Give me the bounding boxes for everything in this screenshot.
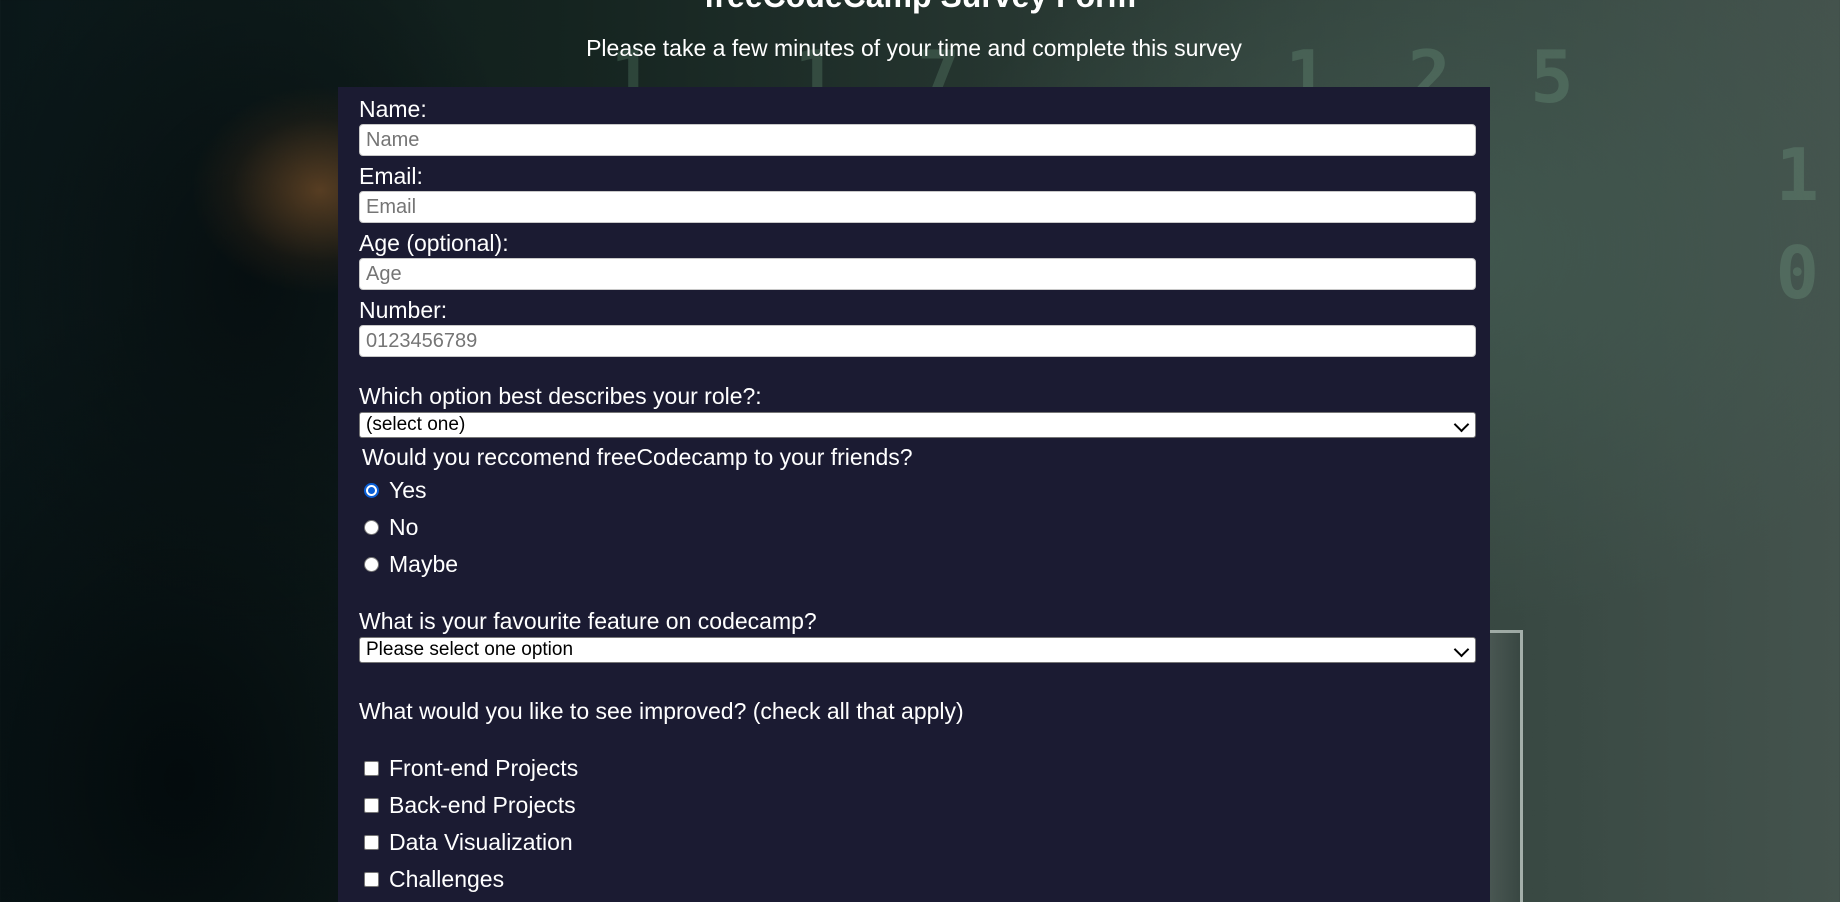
checkbox[interactable] [364,872,379,887]
chevron-down-icon [1453,641,1470,658]
feature-dropdown-value: Please select one option [366,639,574,660]
role-dropdown[interactable]: (select one) [359,412,1476,438]
feature-dropdown[interactable]: Please select one option [359,637,1476,663]
role-label: Which option best describes your role?: [359,383,762,409]
name-label: Name: [359,96,427,122]
recommend-question: Would you reccomend freeCodecamp to your… [362,444,913,470]
radio-option-yes[interactable]: Yes [359,472,1476,509]
email-label: Email: [359,163,423,189]
page-description: Please take a few minutes of your time a… [586,35,1242,61]
checkbox[interactable] [364,835,379,850]
checkbox-label-data-visualization: Data Visualization [389,829,573,855]
checkbox-label-back-end: Back-end Projects [389,792,576,818]
radio-option-maybe[interactable]: Maybe [359,546,1476,583]
checkbox[interactable] [364,798,379,813]
checkbox-option-back-end[interactable]: Back-end Projects [359,787,1476,824]
role-dropdown-value: (select one) [366,414,466,435]
chevron-down-icon [1453,416,1470,433]
checkbox-option-front-end[interactable]: Front-end Projects [359,750,1476,787]
radio-button-checked[interactable] [364,483,379,498]
checkbox-label-challenges: Challenges [389,866,505,892]
checkbox-option-data-visualization[interactable]: Data Visualization [359,824,1476,861]
checkbox[interactable] [364,761,379,776]
age-label: Age (optional): [359,230,509,256]
feature-label: What is your favourite feature on codeca… [359,608,817,634]
checkbox-option-challenges[interactable]: Challenges [359,861,1476,898]
email-input[interactable] [359,191,1476,223]
improve-label: What would you like to see improved? (ch… [359,698,964,724]
radio-option-no[interactable]: No [359,509,1476,546]
radio-label-maybe: Maybe [389,551,459,577]
page-title: freeCodeCamp Survey Form [0,0,1840,15]
radio-button[interactable] [364,520,379,535]
name-input[interactable] [359,124,1476,156]
number-input[interactable] [359,325,1476,357]
radio-label-yes: Yes [389,477,427,503]
checkbox-label-front-end: Front-end Projects [389,755,579,781]
radio-label-no: No [389,514,419,540]
age-input[interactable] [359,258,1476,290]
radio-button[interactable] [364,557,379,572]
number-label: Number: [359,297,448,323]
survey-form: Name: Email: Age (optional): Number: Whi… [338,87,1490,902]
